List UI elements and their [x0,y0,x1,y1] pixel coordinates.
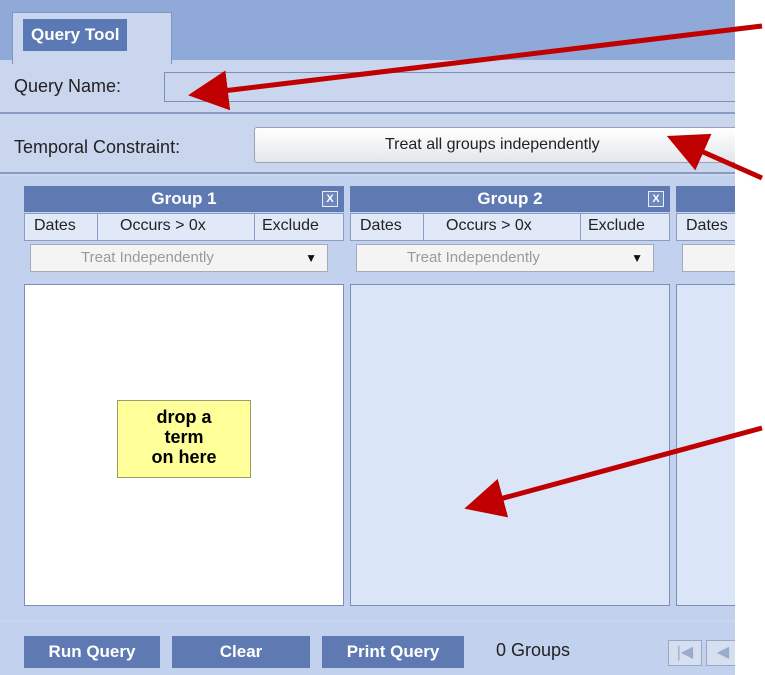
dropdown-arrow-icon: ▼ [305,251,317,265]
temporal-constraint-button[interactable]: Treat all groups independently [254,127,735,163]
group-timing-value: Treat Independently [81,249,214,266]
divider [0,172,735,174]
group-options-bar: Dates Occurs > 0x Exclude [24,213,344,241]
group-timing-value: Treat Independently [407,249,540,266]
occurs-button[interactable]: Occurs > 0x [120,217,206,235]
exclude-button[interactable]: Exclude [262,217,319,235]
temporal-constraint-value: Treat all groups independently [385,136,600,153]
group-options-bar: Dates Occurs > 0x Exclude [350,213,670,241]
exclude-button[interactable]: Exclude [588,217,645,235]
group-header: Group 2 X [350,186,670,212]
group-drop-zone[interactable] [350,284,670,606]
group-panel: Group 2 X Dates Occurs > 0x Exclude Trea… [350,186,670,611]
close-icon[interactable]: X [322,191,338,207]
first-page-icon[interactable]: |◀ [668,640,702,666]
group-panel: Dates [676,186,735,611]
group-header: Group 1 X [24,186,344,212]
tab-query-tool[interactable]: Query Tool [12,12,172,64]
divider [0,112,735,114]
run-query-button[interactable]: Run Query [24,636,160,668]
query-name-input[interactable] [164,72,735,102]
group-options-bar: Dates [676,213,735,241]
clear-button[interactable]: Clear [172,636,310,668]
group-drop-zone[interactable]: drop a term on here [24,284,344,606]
divider [254,214,255,240]
query-tool-panel: Query Tool Query Name: Temporal Constrai… [0,0,735,675]
drop-term-hint: drop a term on here [117,400,251,478]
tab-strip: Query Tool [0,0,735,64]
groups-area: Group 1 X Dates Occurs > 0x Exclude Trea… [0,176,735,620]
group-drop-zone[interactable] [676,284,735,606]
group-timing-select[interactable] [682,244,735,272]
dates-button[interactable]: Dates [34,217,76,235]
dropdown-arrow-icon: ▼ [631,251,643,265]
divider [423,214,424,240]
query-name-label: Query Name: [14,76,122,96]
group-title: Group 1 [151,189,217,208]
dates-button[interactable]: Dates [686,217,728,235]
close-icon[interactable]: X [648,191,664,207]
print-query-button[interactable]: Print Query [322,636,464,668]
group-timing-select[interactable]: Treat Independently ▼ [30,244,328,272]
footer-toolbar: Run Query Clear Print Query 0 Groups |◀ … [0,622,735,675]
group-panel: Group 1 X Dates Occurs > 0x Exclude Trea… [24,186,344,611]
group-header [676,186,735,212]
group-title: Group 2 [477,189,543,208]
dates-button[interactable]: Dates [360,217,402,235]
group-timing-select[interactable]: Treat Independently ▼ [356,244,654,272]
divider [97,214,98,240]
group-count: 0 Groups [496,640,571,660]
tab-query-tool-label: Query Tool [23,19,128,51]
previous-page-icon[interactable]: ◀ [706,640,735,666]
occurs-button[interactable]: Occurs > 0x [446,217,532,235]
temporal-constraint-label: Temporal Constraint: [14,137,181,157]
divider [580,214,581,240]
